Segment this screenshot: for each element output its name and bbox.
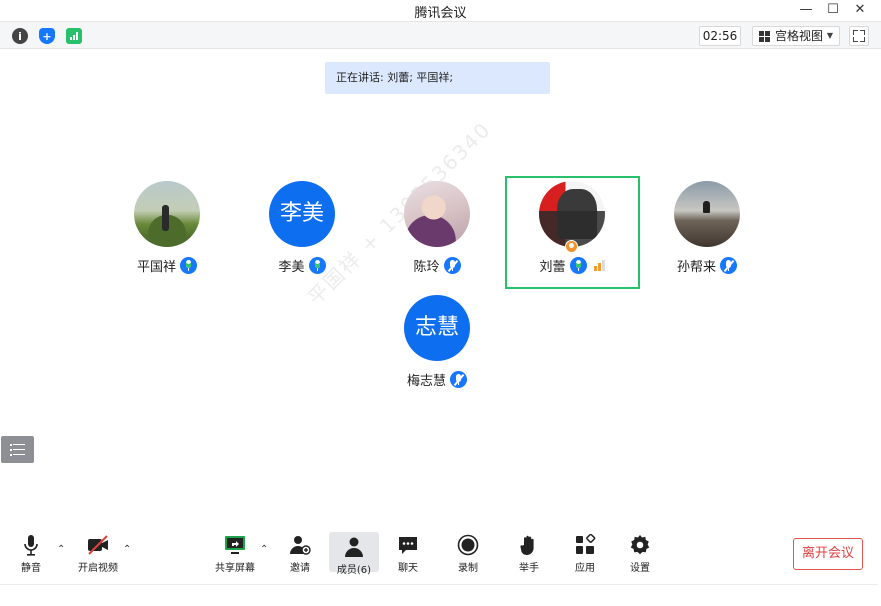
grid-view-icon xyxy=(759,31,770,42)
list-toggle-button[interactable] xyxy=(1,436,34,463)
view-mode-label: 宫格视图 xyxy=(775,29,824,43)
apps-button[interactable]: 应用 xyxy=(574,533,596,574)
avatar: 志慧 xyxy=(404,295,470,361)
participant-name: 孙帮来 xyxy=(676,259,716,275)
record-label: 录制 xyxy=(458,563,478,574)
settings-button[interactable]: 设置 xyxy=(629,534,651,574)
participant-name: 陈玲 xyxy=(413,259,440,275)
meeting-info-bar: i + 02:56 宫格视图 ▼ xyxy=(0,21,881,49)
record-button[interactable]: 录制 xyxy=(457,534,479,574)
avatar xyxy=(134,181,200,247)
maximize-button[interactable]: ☐ xyxy=(821,0,845,18)
start-video-button[interactable]: 开启视频 xyxy=(78,534,118,574)
title-bar: 腾讯会议 — ☐ ✕ xyxy=(0,0,881,21)
participant-tile[interactable]: 孙帮来 xyxy=(642,181,772,275)
participant-name: 平国祥 xyxy=(136,259,176,275)
chat-icon xyxy=(397,534,419,556)
fullscreen-button[interactable] xyxy=(849,26,869,46)
avatar: 李美 xyxy=(269,181,335,247)
mute-label: 静音 xyxy=(21,563,41,574)
record-icon xyxy=(457,534,479,556)
close-button[interactable]: ✕ xyxy=(848,0,872,18)
avatar xyxy=(674,181,740,247)
microphone-muted-icon xyxy=(450,370,467,388)
members-icon xyxy=(343,536,365,558)
participant-name: 梅志慧 xyxy=(406,373,446,389)
microphone-muted-icon xyxy=(720,256,737,274)
audio-options-chevron[interactable]: ⌃ xyxy=(57,544,65,555)
microphone-muted-icon xyxy=(443,256,461,274)
members-button[interactable]: 成员(6) xyxy=(329,532,379,576)
info-icon[interactable]: i xyxy=(12,28,28,44)
participant-tile[interactable]: 陈玲 xyxy=(372,181,502,275)
video-label: 开启视频 xyxy=(78,563,118,574)
microphone-icon xyxy=(569,256,587,274)
raise-hand-button[interactable]: 举手 xyxy=(518,534,540,574)
divider xyxy=(0,584,878,585)
view-mode-select[interactable]: 宫格视图 ▼ xyxy=(752,26,840,46)
mute-button[interactable]: 静音 xyxy=(20,534,42,574)
audio-level-icon xyxy=(593,259,605,271)
microphone-icon xyxy=(180,256,197,274)
hand-icon xyxy=(518,534,540,556)
avatar xyxy=(539,181,605,247)
participant-tile[interactable]: 刘蕾 xyxy=(507,181,637,275)
invite-button[interactable]: 邀请 xyxy=(289,534,311,574)
members-label: 成员(6) xyxy=(336,565,372,576)
chat-label: 聊天 xyxy=(398,563,418,574)
apps-icon xyxy=(574,533,596,556)
signal-strength-icon[interactable] xyxy=(66,28,82,44)
invite-label: 邀请 xyxy=(290,563,310,574)
participant-tile[interactable]: 李美 李美 xyxy=(237,181,367,275)
shield-icon[interactable]: + xyxy=(39,28,55,44)
add-user-icon xyxy=(289,534,311,556)
window-title: 腾讯会议 xyxy=(414,6,467,21)
participant-tile[interactable]: 平国祥 xyxy=(102,181,232,275)
speaking-banner: 正在讲话: 刘蕾; 平国祥; xyxy=(325,62,550,94)
meeting-timer: 02:56 xyxy=(699,26,741,46)
share-label: 共享屏幕 xyxy=(215,563,255,574)
microphone-icon xyxy=(308,256,326,274)
host-badge-icon xyxy=(565,240,578,253)
participant-tile[interactable]: 志慧 梅志慧 xyxy=(372,295,502,389)
raise-hand-label: 举手 xyxy=(519,563,539,574)
bottom-toolbar: 静音 ⌃ 开启视频 ⌃ 共享屏幕 ⌃ 邀请 成员(6) 聊天 录制 举手 应用 … xyxy=(0,522,881,582)
video-off-icon xyxy=(87,534,109,556)
settings-label: 设置 xyxy=(630,563,650,574)
share-options-chevron[interactable]: ⌃ xyxy=(260,544,268,555)
share-screen-icon xyxy=(224,534,246,556)
participant-name: 刘蕾 xyxy=(539,259,566,275)
gear-icon xyxy=(629,534,651,556)
microphone-icon xyxy=(20,534,42,556)
chevron-down-icon: ▼ xyxy=(826,31,833,40)
share-screen-button[interactable]: 共享屏幕 xyxy=(215,534,255,574)
apps-label: 应用 xyxy=(575,563,595,574)
avatar xyxy=(404,181,470,247)
video-options-chevron[interactable]: ⌃ xyxy=(123,544,131,555)
leave-meeting-button[interactable]: 离开会议 xyxy=(793,538,863,570)
participant-name: 李美 xyxy=(278,259,305,275)
minimize-button[interactable]: — xyxy=(794,0,818,18)
chat-button[interactable]: 聊天 xyxy=(397,534,419,574)
